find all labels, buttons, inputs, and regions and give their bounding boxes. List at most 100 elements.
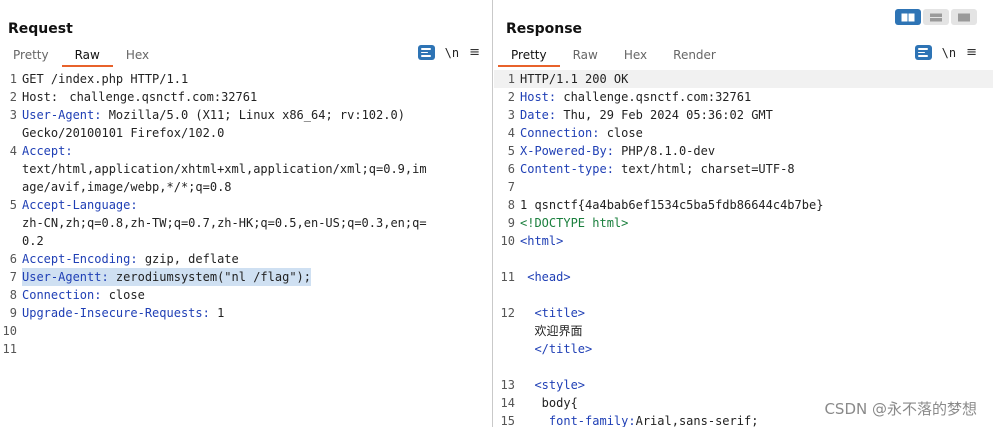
pretty-print-icon[interactable] [417, 45, 435, 60]
line-number: 2 [9, 90, 17, 104]
line-number [0, 160, 22, 178]
code-line: 4 Accept: [0, 142, 492, 160]
line-number: 12 [500, 306, 515, 320]
line-text: GET /index.php HTTP/1.1 [22, 72, 189, 86]
line-number: 14 [500, 396, 515, 410]
code-line: 9 Upgrade-Insecure-Requests: 1 [0, 304, 492, 322]
code-line: 3 User-Agent: Mozilla/5.0 (X11; Linux x8… [0, 106, 492, 124]
html-tag: <html> [520, 234, 564, 248]
code-line: 2 Host: challenge.qsnctf.com:32761 [0, 88, 492, 106]
line-number: 6 [9, 252, 17, 266]
code-line: 10 <html> [494, 232, 993, 250]
line-number [0, 124, 22, 142]
line-number: 10 [2, 324, 17, 338]
pretty-print-icon[interactable] [914, 45, 932, 60]
code-line: 9 <!DOCTYPE html> [494, 214, 993, 232]
header-key: Connection: [520, 126, 600, 140]
request-toolbar: \n ≡ [417, 45, 480, 60]
code-line: 3 Date: Thu, 29 Feb 2024 05:36:02 GMT [494, 106, 993, 124]
code-line: 6 Content-type: text/html; charset=UTF-8 [494, 160, 993, 178]
menu-icon[interactable]: ≡ [966, 45, 977, 60]
line-number: 5 [9, 198, 17, 212]
response-tab-render[interactable]: Render [660, 45, 729, 67]
line-number [494, 322, 520, 340]
header-key: User-Agent: [22, 108, 102, 122]
doctype-tag: <!DOCTYPE html> [520, 216, 629, 230]
request-editor[interactable]: 1 GET /index.php HTTP/1.1 2 Host: challe… [0, 70, 492, 427]
request-tab-pretty[interactable]: Pretty [0, 45, 62, 67]
code-line: 8 1 qsnctf{4a4bab6ef1534c5ba5fdb86644c4b… [494, 196, 993, 214]
line-number: 4 [507, 126, 515, 140]
line-number [494, 250, 520, 268]
response-tab-hex[interactable]: Hex [611, 45, 660, 67]
code-line: 8 Connection: close [0, 286, 492, 304]
header-key: Accept-Encoding: [22, 252, 138, 266]
menu-icon[interactable]: ≡ [469, 45, 480, 60]
header-value: PHP/8.1.0-dev [613, 144, 716, 158]
header-value: close [101, 288, 145, 302]
line-number: 9 [507, 216, 515, 230]
line-number [0, 178, 22, 196]
request-tab-raw[interactable]: Raw [61, 45, 113, 67]
response-editor[interactable]: 1 HTTP/1.1 200 OK 2 Host: challenge.qsnc… [494, 70, 993, 427]
layout-side-by-side-icon[interactable] [895, 9, 921, 25]
code-line [494, 358, 993, 376]
code-line-wrapped: zh-CN,zh;q=0.8,zh-TW;q=0.7,zh-HK;q=0.5,e… [0, 214, 492, 232]
request-tab-hex[interactable]: Hex [113, 45, 162, 67]
line-text: zh-CN,zh;q=0.8,zh-TW;q=0.7,zh-HK;q=0.5,e… [22, 216, 427, 230]
header-value: gzip, deflate [137, 252, 239, 266]
line-number: 3 [507, 108, 515, 122]
code-line: 1 GET /index.php HTTP/1.1 [0, 70, 492, 88]
line-number: 4 [9, 144, 17, 158]
response-tab-raw[interactable]: Raw [560, 45, 611, 67]
header-key: Upgrade-Insecure-Requests: [22, 306, 210, 320]
header-key: Host: [520, 90, 557, 104]
header-value: Thu, 29 Feb 2024 05:36:02 GMT [556, 108, 773, 122]
line-number: 15 [500, 414, 515, 427]
response-toolbar: \n ≡ [914, 45, 977, 60]
code-line: 5 X-Powered-By: PHP/8.1.0-dev [494, 142, 993, 160]
line-number [494, 286, 520, 304]
header-value: Mozilla/5.0 (X11; Linux x86_64; rv:102.0… [101, 108, 405, 122]
layout-tabbed-icon[interactable] [951, 9, 977, 25]
code-line [494, 250, 993, 268]
header-key: Date: [520, 108, 557, 122]
line-number [494, 340, 520, 358]
code-line: 7 [494, 178, 993, 196]
header-value: challenge.qsnctf.com:32761 [62, 90, 258, 104]
code-line [494, 286, 993, 304]
request-pane: Request Pretty Raw Hex \n ≡ 1 GET /index… [0, 0, 493, 427]
line-number [0, 232, 22, 250]
newline-toggle-button[interactable]: \n [942, 46, 956, 60]
response-tab-pretty[interactable]: Pretty [498, 45, 560, 67]
header-key: Accept-Language: [22, 198, 138, 212]
head-tag: <head> [520, 270, 571, 284]
line-number: 5 [507, 144, 515, 158]
code-line: 欢迎界面 [494, 322, 993, 340]
title-tag-close: </title> [520, 342, 593, 356]
request-tabs: Pretty Raw Hex [0, 45, 162, 67]
code-line: 6 Accept-Encoding: gzip, deflate [0, 250, 492, 268]
newline-toggle-button[interactable]: \n [445, 46, 459, 60]
header-key: Accept: [22, 144, 73, 158]
line-text: text/html,application/xhtml+xml,applicat… [22, 162, 427, 176]
code-line-wrapped: Gecko/20100101 Firefox/102.0 [0, 124, 492, 142]
header-key: Host: [22, 90, 59, 104]
request-title: Request [8, 21, 73, 37]
layout-stacked-icon[interactable] [923, 9, 949, 25]
code-line: 2 Host: challenge.qsnctf.com:32761 [494, 88, 993, 106]
line-number: 13 [500, 378, 515, 392]
response-pane: Response Pretty Raw Hex Render \n ≡ 1 HT… [494, 0, 993, 427]
code-line: 4 Connection: close [494, 124, 993, 142]
response-tabs: Pretty Raw Hex Render [498, 45, 729, 67]
line-number: 11 [500, 270, 515, 284]
line-number: 8 [9, 288, 17, 302]
line-number: 1 [507, 72, 515, 86]
code-line: </title> [494, 340, 993, 358]
line-number: 1 [9, 72, 17, 86]
flag-text: 1 qsnctf{4a4bab6ef1534c5ba5fdb86644c4b7b… [520, 198, 824, 212]
code-line-wrapped: 0.2 [0, 232, 492, 250]
code-line: 5 Accept-Language: [0, 196, 492, 214]
code-line: 12 <title> [494, 304, 993, 322]
code-line: 13 <style> [494, 376, 993, 394]
